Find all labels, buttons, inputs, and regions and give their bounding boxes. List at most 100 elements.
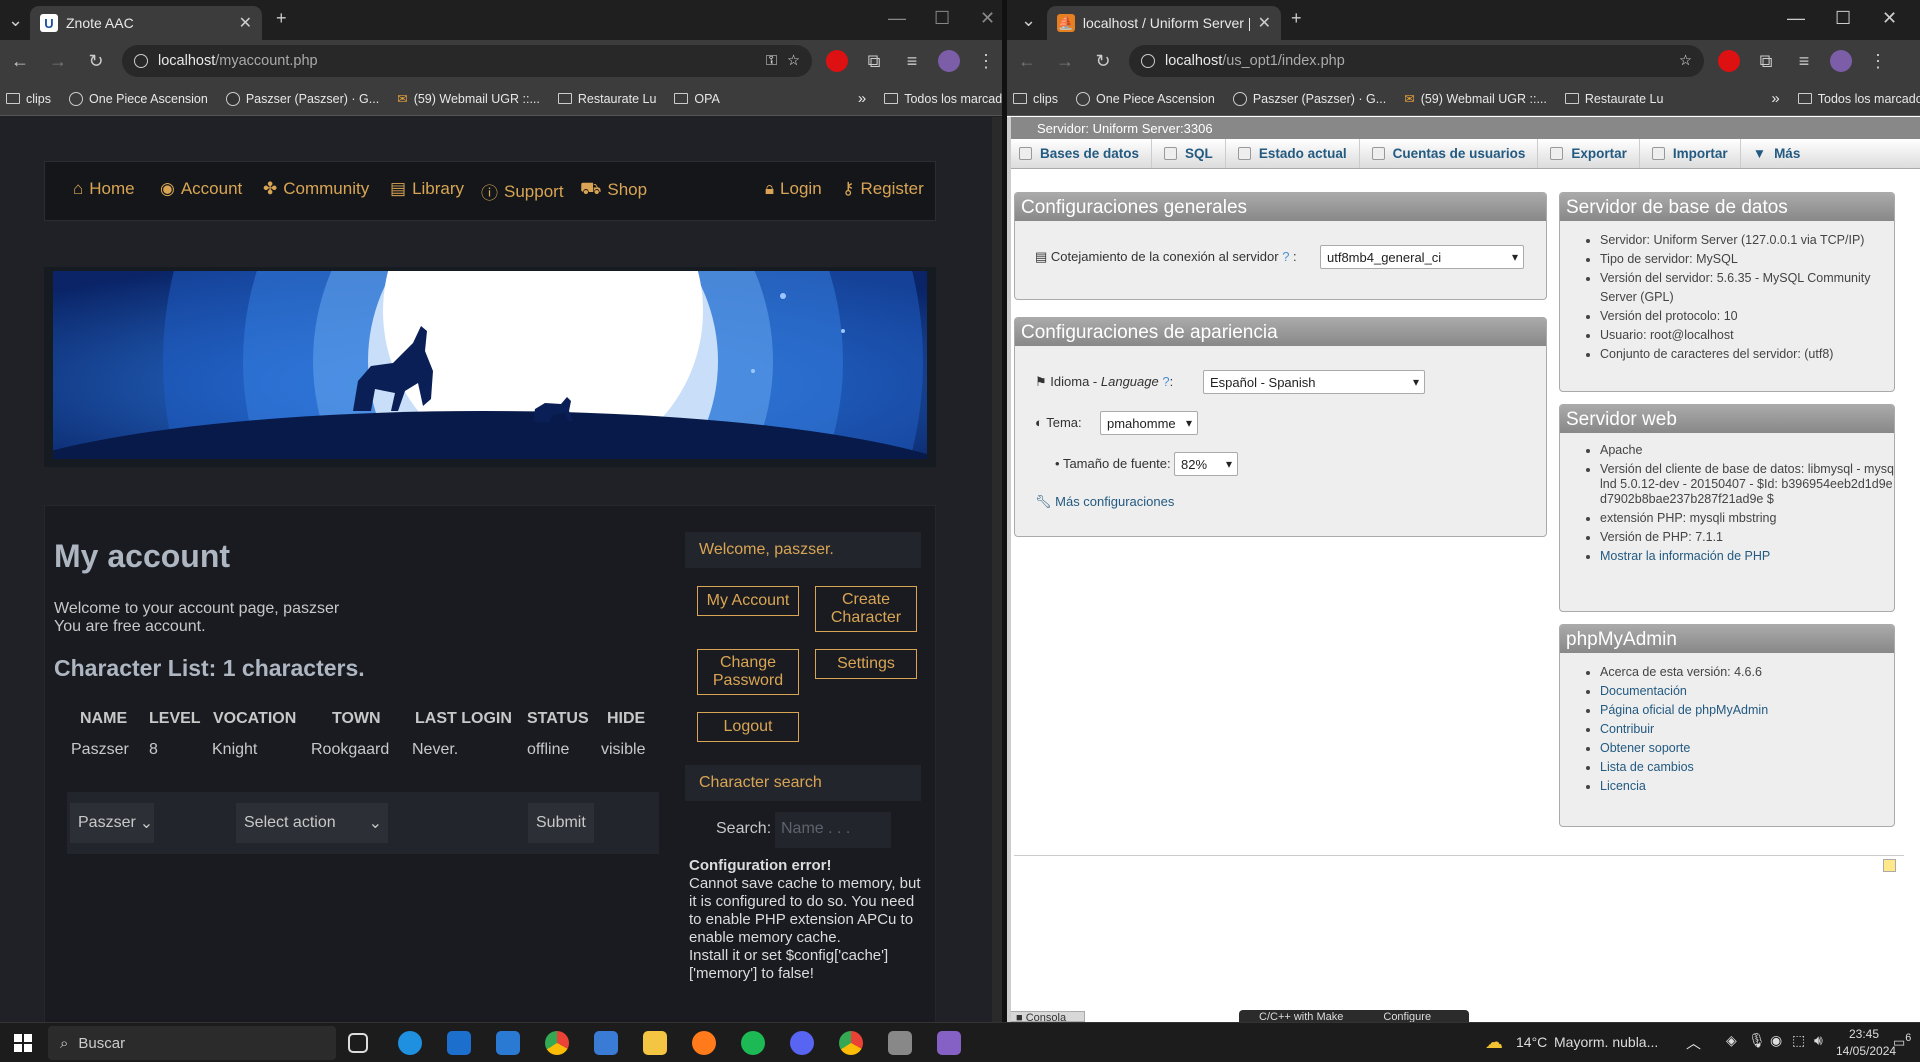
tab-export[interactable]: Exportar bbox=[1538, 139, 1640, 168]
bookmark-star-icon[interactable]: ☆ bbox=[787, 53, 800, 69]
tab-more[interactable]: ▼ Más bbox=[1741, 139, 1813, 168]
back-icon[interactable]: ← bbox=[1015, 51, 1039, 72]
site-info-icon[interactable] bbox=[134, 54, 148, 68]
server-breadcrumb[interactable]: Servidor: Uniform Server:3306 bbox=[1007, 117, 1920, 139]
file-explorer-icon[interactable] bbox=[643, 1031, 667, 1055]
start-windows-icon[interactable] bbox=[14, 1034, 32, 1052]
license-link[interactable]: Licencia bbox=[1600, 779, 1646, 793]
menu-community[interactable]: ✤ Community bbox=[263, 179, 369, 199]
tab-sql[interactable]: SQL bbox=[1152, 139, 1226, 168]
language-select[interactable]: Español - Spanish bbox=[1203, 370, 1425, 394]
address-bar[interactable]: localhost/myaccount.php ⚿ ☆ bbox=[122, 45, 812, 77]
changelog-link[interactable]: Lista de cambios bbox=[1600, 760, 1694, 774]
bookmark-clips[interactable]: clips bbox=[1013, 92, 1058, 106]
app-icon[interactable] bbox=[594, 1031, 618, 1055]
help-icon[interactable]: ? bbox=[1282, 249, 1289, 264]
bookmarks-overflow[interactable]: » bbox=[1771, 90, 1779, 107]
menu-support[interactable]: ⓘ Support bbox=[481, 179, 564, 204]
uniform-server-icon[interactable] bbox=[888, 1031, 912, 1055]
back-icon[interactable]: ← bbox=[8, 51, 32, 72]
weather-icon[interactable]: ☁ bbox=[1485, 1032, 1503, 1053]
bookmark-all[interactable]: Todos los marcadores bbox=[1797, 92, 1920, 106]
volume-icon[interactable]: 🔊︎ bbox=[1814, 1032, 1823, 1049]
chrome-icon[interactable] bbox=[545, 1031, 569, 1055]
notes-icon[interactable] bbox=[1883, 859, 1896, 872]
extension-adblock-icon[interactable] bbox=[1718, 50, 1740, 72]
forward-icon[interactable]: → bbox=[46, 51, 70, 72]
menu-kebab-icon[interactable]: ⋮ bbox=[1866, 51, 1890, 72]
new-tab-icon[interactable]: + bbox=[276, 8, 287, 29]
homepage-link[interactable]: Página oficial de phpMyAdmin bbox=[1600, 703, 1768, 717]
menu-login[interactable]: 🔒︎ Login bbox=[765, 179, 822, 199]
extensions-puzzle-icon[interactable]: ⧉ bbox=[862, 51, 886, 72]
notifications-icon[interactable]: ▭6 bbox=[1893, 1032, 1911, 1050]
change-password-button[interactable]: Change Password bbox=[697, 649, 799, 695]
bookmark-star-icon[interactable]: ☆ bbox=[1679, 53, 1692, 69]
weather-desc[interactable]: Mayorm. nubla... bbox=[1554, 1034, 1658, 1050]
menu-library[interactable]: ▤ Library bbox=[390, 179, 464, 199]
nav-resize-handle[interactable] bbox=[1007, 117, 1011, 1022]
menu-register[interactable]: ⚷ Register bbox=[842, 179, 924, 199]
theme-select[interactable]: pmahomme bbox=[1100, 411, 1198, 435]
store-icon[interactable] bbox=[447, 1031, 471, 1055]
clock-time[interactable]: 23:45 bbox=[1836, 1027, 1892, 1041]
weather-temp[interactable]: 14°C bbox=[1516, 1034, 1547, 1050]
minimize-icon[interactable]: — bbox=[1787, 8, 1805, 29]
php-info-link[interactable]: Mostrar la información de PHP bbox=[1600, 549, 1770, 563]
new-tab-icon[interactable]: + bbox=[1291, 8, 1302, 29]
console-toggle[interactable]: ■ Consola bbox=[1007, 1011, 1085, 1022]
close-tab-icon[interactable]: ✕ bbox=[239, 13, 252, 33]
camera-icon[interactable]: ◉ bbox=[1770, 1032, 1782, 1049]
maximize-icon[interactable]: ☐ bbox=[1835, 8, 1851, 29]
mail-icon[interactable] bbox=[496, 1031, 520, 1055]
menu-home[interactable]: ⌂ Home bbox=[73, 179, 135, 199]
profile-avatar-icon[interactable] bbox=[1830, 50, 1852, 72]
support-link[interactable]: Obtener soporte bbox=[1600, 741, 1690, 755]
bookmark-webmail[interactable]: ✉ (59) Webmail UGR ::... bbox=[397, 91, 540, 107]
bookmark-one-piece[interactable]: One Piece Ascension bbox=[1076, 91, 1215, 106]
minimize-icon[interactable]: — bbox=[888, 8, 906, 29]
bookmark-github[interactable]: Paszser (Paszser) · G... bbox=[1232, 91, 1386, 106]
location-icon[interactable]: ◈ bbox=[1726, 1032, 1737, 1049]
password-key-icon[interactable]: ⚿ bbox=[766, 53, 777, 69]
site-info-icon[interactable] bbox=[1141, 54, 1155, 68]
reload-icon[interactable]: ↻ bbox=[84, 51, 108, 72]
font-size-select[interactable]: 82% bbox=[1174, 452, 1238, 476]
contribute-link[interactable]: Contribuir bbox=[1600, 722, 1654, 736]
edge-icon[interactable] bbox=[398, 1031, 422, 1055]
profile-avatar-icon[interactable] bbox=[938, 50, 960, 72]
left-scrollbar[interactable] bbox=[992, 117, 1002, 1022]
extensions-puzzle-icon[interactable]: ⧉ bbox=[1754, 51, 1778, 72]
taskbar-search[interactable]: ⌕ Buscar bbox=[48, 1026, 336, 1060]
help-icon[interactable]: ? bbox=[1162, 374, 1169, 389]
action-select[interactable]: Select action ⌄ bbox=[236, 803, 388, 843]
my-account-button[interactable]: My Account bbox=[697, 586, 799, 616]
clock-date[interactable]: 14/05/2024 bbox=[1836, 1044, 1896, 1058]
tab-import[interactable]: Importar bbox=[1640, 139, 1741, 168]
menu-account[interactable]: ◉ Account bbox=[160, 179, 242, 199]
settings-button[interactable]: Settings bbox=[815, 649, 917, 679]
discord-icon[interactable] bbox=[790, 1031, 814, 1055]
microphone-icon[interactable]: 🎙︎ bbox=[1748, 1032, 1766, 1049]
forward-icon[interactable]: → bbox=[1053, 51, 1077, 72]
bookmark-all[interactable]: Todos los marcadores bbox=[884, 92, 1002, 106]
tab-phpmyadmin[interactable]: ⛵ localhost / Uniform Server | php ✕ bbox=[1047, 6, 1281, 40]
address-bar[interactable]: localhost/us_opt1/index.php ☆ bbox=[1129, 45, 1704, 77]
submit-button[interactable]: Submit bbox=[528, 803, 594, 843]
character-select[interactable]: Paszser ⌄ bbox=[70, 803, 154, 843]
character-search-input[interactable]: Name . . . bbox=[775, 812, 891, 848]
firefox-icon[interactable] bbox=[692, 1031, 716, 1055]
tab-user-accounts[interactable]: Cuentas de usuarios bbox=[1360, 139, 1539, 168]
maximize-icon[interactable]: ☐ bbox=[934, 8, 950, 29]
spotify-icon[interactable] bbox=[741, 1031, 765, 1055]
bookmark-clips[interactable]: clips bbox=[6, 92, 51, 106]
tab-znote[interactable]: U Znote AAC ✕ bbox=[30, 6, 262, 40]
close-window-icon[interactable]: ✕ bbox=[1882, 8, 1897, 29]
tab-status[interactable]: Estado actual bbox=[1226, 139, 1360, 168]
bookmark-one-piece[interactable]: One Piece Ascension bbox=[69, 91, 208, 106]
bookmark-webmail[interactable]: ✉ (59) Webmail UGR ::... bbox=[1404, 91, 1547, 107]
media-control-icon[interactable]: ≡ bbox=[1792, 51, 1816, 72]
close-window-icon[interactable]: ✕ bbox=[980, 8, 995, 29]
bookmark-restaurate[interactable]: Restaurate Lu bbox=[1564, 92, 1663, 106]
network-icon[interactable]: ⬚ bbox=[1792, 1032, 1805, 1049]
